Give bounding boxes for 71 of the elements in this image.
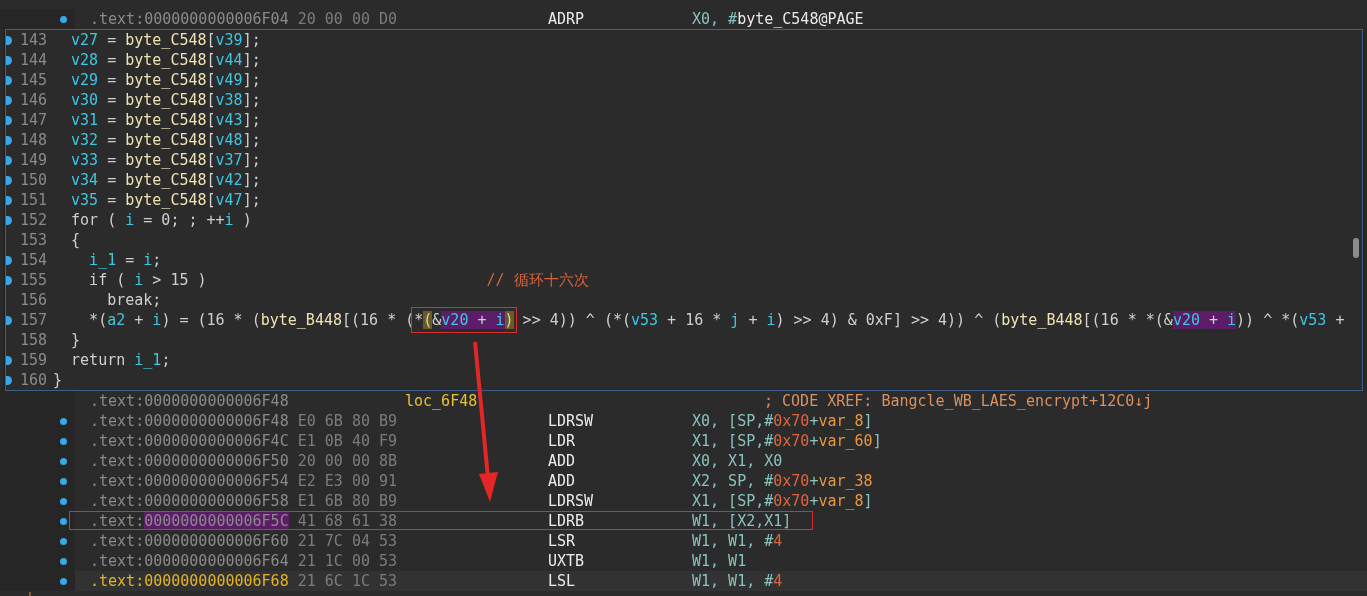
listing-row[interactable]: .text:0000000000006F68 21 6C 1C 53 LSL W1, W1, #4 bbox=[0, 571, 1367, 591]
mnemonic-text: LSR bbox=[548, 531, 577, 551]
mnemonic-text: LDRSW bbox=[548, 491, 595, 511]
line-number: 151 bbox=[18, 190, 47, 210]
address-text: .text:0000000000006F68 21 6C 1C 53 bbox=[90, 571, 399, 591]
code-line: break; bbox=[106, 291, 162, 309]
location-label[interactable]: loc_6F48 bbox=[405, 391, 764, 411]
mnemonic-text: LDR bbox=[548, 431, 577, 451]
operand-text: X2, SP, #0x70+var_38 bbox=[692, 471, 873, 491]
address-text: .text:0000000000006F48 E0 6B 80 B9 bbox=[90, 411, 399, 431]
operand-text: X0, [SP,#0x70+var_8] bbox=[692, 411, 873, 431]
code-line: v29 = byte_C548[v49]; bbox=[70, 71, 261, 89]
code-line: } bbox=[53, 371, 63, 389]
address-text: .text:0000000000006F5C 41 68 61 38 bbox=[90, 511, 399, 531]
line-number: 148 bbox=[18, 130, 47, 150]
xref-comment: ; CODE XREF: Bangcle_WB_LAES_encrypt+12C0↓j bbox=[764, 391, 1153, 411]
code-line: { bbox=[70, 231, 81, 249]
line-number: 158 bbox=[18, 330, 47, 350]
code-line: v28 = byte_C548[v44]; bbox=[70, 51, 261, 69]
line-number: 146 bbox=[18, 90, 47, 110]
scrollbar-thumb[interactable] bbox=[1353, 238, 1359, 258]
mnemonic-text: UXTB bbox=[548, 551, 586, 571]
mnemonic-text: LDRB bbox=[548, 511, 586, 531]
address-text: .text:0000000000006F58 E1 6B 80 B9 bbox=[90, 491, 399, 511]
mnemonic-text: ADD bbox=[548, 451, 577, 471]
line-number: 145 bbox=[18, 70, 47, 90]
code-line: *(a2 + i) = (16 * (byte_B448[(16 * (*(&v20 + i) >> 4)) ^ (*(v53 + 16 * j + i) >> 4) & 0xF] >> 4)) ^ (byte_B448[(16 * *(&v20 + i)) ^ *(v53 + bbox=[88, 311, 1345, 329]
line-number: 150 bbox=[18, 170, 47, 190]
line-number: 143 bbox=[18, 30, 47, 50]
address-text: .text:0000000000006F50 20 00 00 8B bbox=[90, 451, 399, 471]
address-text: .text:0000000000006F54 E2 E3 00 91 bbox=[90, 471, 399, 491]
line-number: 157 bbox=[18, 310, 47, 330]
address-text: .text:0000000000006F48 bbox=[90, 391, 290, 411]
code-line: if ( i > 15 ) // 循环十六次 bbox=[88, 271, 589, 289]
line-number: 155 bbox=[18, 270, 47, 290]
line-number: 156 bbox=[18, 290, 47, 310]
line-number: 159 bbox=[18, 350, 47, 370]
operand-text: X0, X1, X0 bbox=[692, 451, 783, 471]
line-number: 149 bbox=[18, 150, 47, 170]
operand-text: W1, [X2,X1] bbox=[692, 511, 792, 531]
code-line: v30 = byte_C548[v38]; bbox=[70, 91, 261, 109]
line-number: 154 bbox=[18, 250, 47, 270]
line-number: 147 bbox=[18, 110, 47, 130]
mnemonic-text: ADD bbox=[548, 471, 577, 491]
mnemonic-text: LSL bbox=[548, 571, 577, 591]
code-line: return i_1; bbox=[70, 351, 171, 369]
mnemonic-text: LDRSW bbox=[548, 411, 595, 431]
address-text: .text:0000000000006F04 20 00 00 D0 bbox=[90, 9, 399, 29]
code-line: v32 = byte_C548[v48]; bbox=[70, 131, 261, 149]
line-number: 152 bbox=[18, 210, 47, 230]
operand-text: X1, [SP,#0x70+var_60] bbox=[692, 431, 882, 451]
code-line: v27 = byte_C548[v39]; bbox=[70, 31, 261, 49]
code-line: v33 = byte_C548[v37]; bbox=[70, 151, 261, 169]
mnemonic-text: ADRP bbox=[548, 9, 586, 29]
line-number: 160 bbox=[18, 370, 47, 390]
line-number: 144 bbox=[18, 50, 47, 70]
operand-text: W1, W1, #4 bbox=[692, 571, 783, 591]
line-number: 153 bbox=[18, 230, 47, 250]
operand-text: X0, #byte_C548@PAGE bbox=[692, 9, 864, 29]
code-line: v31 = byte_C548[v43]; bbox=[70, 111, 261, 129]
address-text: .text:0000000000006F60 21 7C 04 53 bbox=[90, 531, 399, 551]
operand-text: W1, W1 bbox=[692, 551, 747, 571]
code-line: for ( i = 0; ; ++i ) bbox=[70, 211, 252, 229]
address-text: .text:0000000000006F4C E1 0B 40 F9 bbox=[90, 431, 399, 451]
code-line: i_1 = i; bbox=[88, 251, 162, 269]
operand-text: W1, W1, #4 bbox=[692, 531, 783, 551]
code-line: } bbox=[70, 331, 81, 349]
code-line: v34 = byte_C548[v42]; bbox=[70, 171, 261, 189]
operand-text: X1, [SP,#0x70+var_8] bbox=[692, 491, 873, 511]
code-line: v35 = byte_C548[v47]; bbox=[70, 191, 261, 209]
address-text: .text:0000000000006F64 21 1C 00 53 bbox=[90, 551, 399, 571]
